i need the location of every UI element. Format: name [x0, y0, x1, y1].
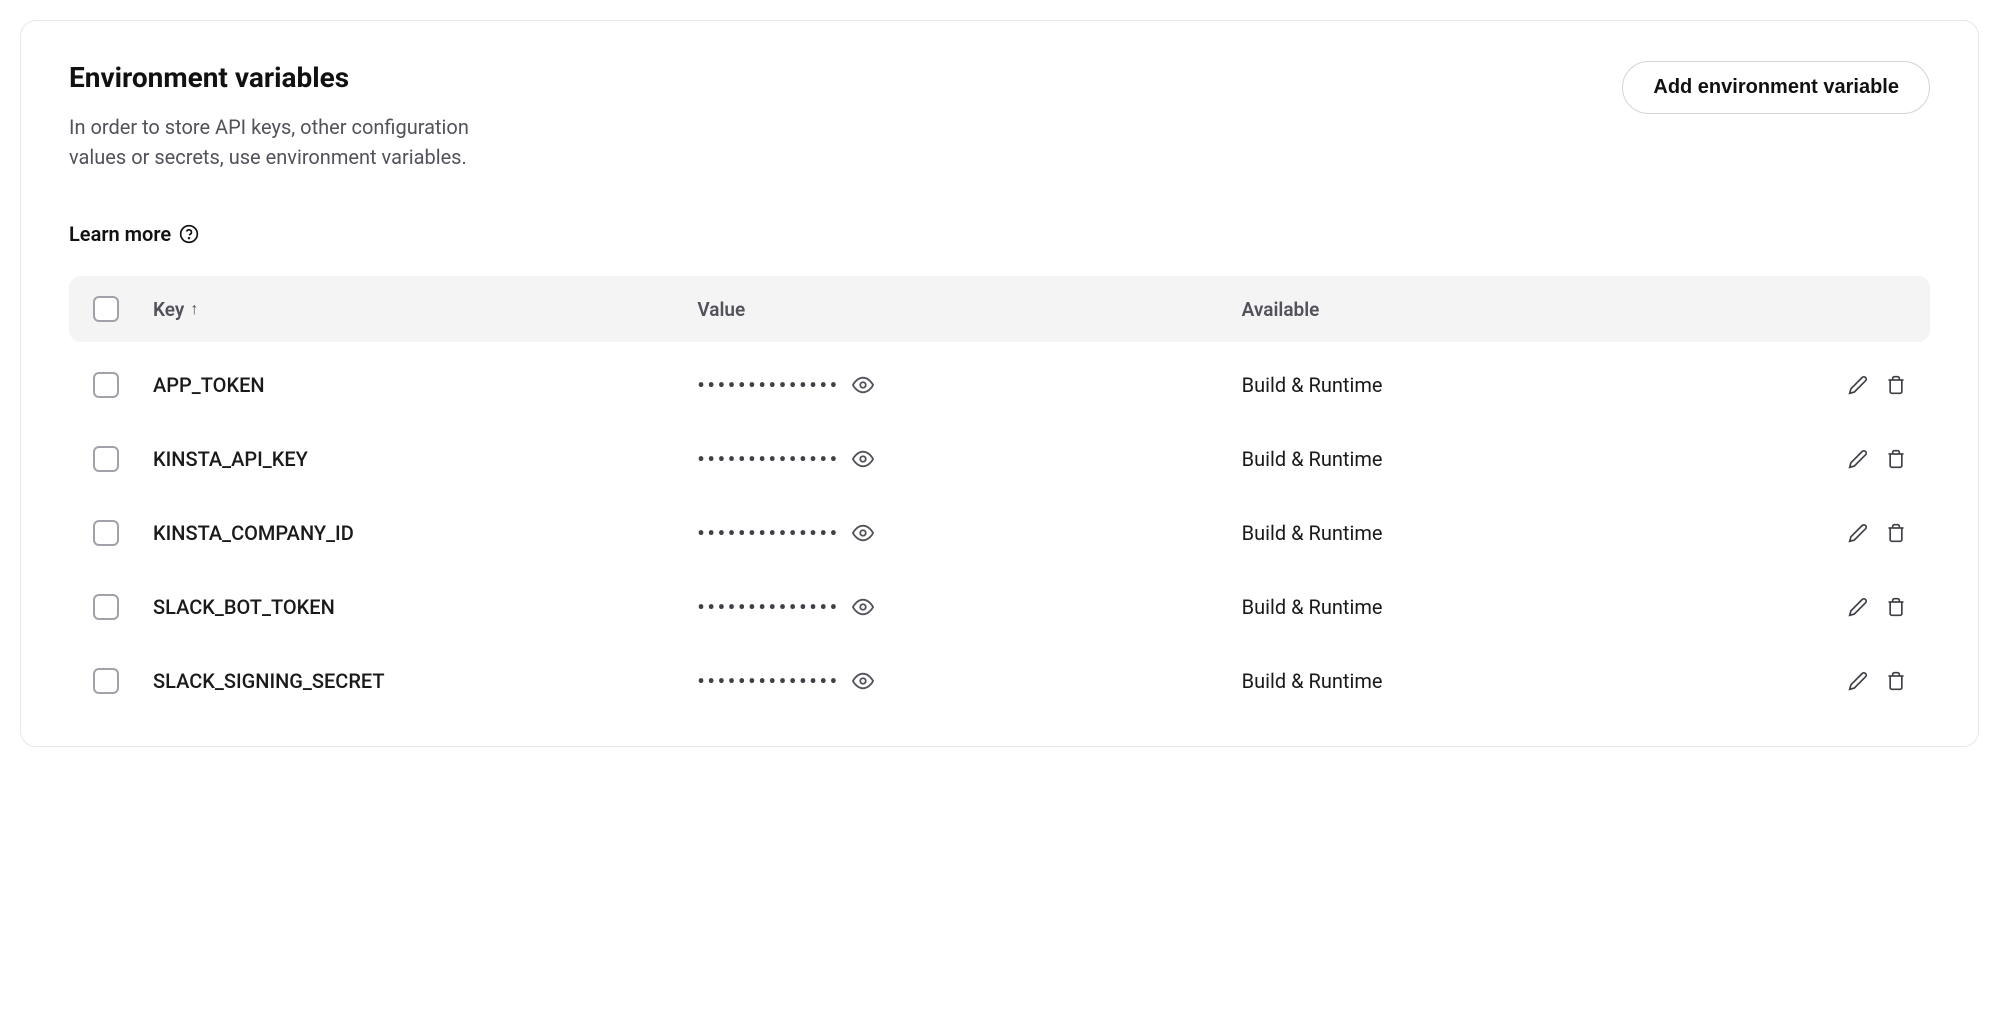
- env-key: KINSTA_API_KEY: [153, 447, 697, 471]
- env-value-cell: ••••••••••••••: [697, 669, 1241, 693]
- env-variables-table: Key ↑ Value Available APP_TOKEN•••••••••…: [69, 276, 1930, 718]
- env-value-cell: ••••••••••••••: [697, 373, 1241, 397]
- env-value-cell: ••••••••••••••: [697, 595, 1241, 619]
- delete-button[interactable]: [1886, 375, 1906, 395]
- add-env-variable-button[interactable]: Add environment variable: [1622, 61, 1930, 114]
- delete-button[interactable]: [1886, 449, 1906, 469]
- env-value-cell: ••••••••••••••: [697, 521, 1241, 545]
- header-text: Environment variables In order to store …: [69, 61, 509, 172]
- env-available: Build & Runtime: [1242, 669, 1786, 693]
- env-value-cell: ••••••••••••••: [697, 447, 1241, 471]
- env-value-masked: ••••••••••••••: [697, 595, 840, 619]
- env-value-masked: ••••••••••••••: [697, 447, 840, 471]
- table-row: APP_TOKEN•••••••••••••• Build & Runtime: [69, 348, 1930, 422]
- table-row: KINSTA_API_KEY•••••••••••••• Build & Runt…: [69, 422, 1930, 496]
- edit-button[interactable]: [1848, 597, 1868, 617]
- env-available: Build & Runtime: [1242, 595, 1786, 619]
- edit-button[interactable]: [1848, 523, 1868, 543]
- row-actions: [1786, 375, 1906, 395]
- env-value-masked: ••••••••••••••: [697, 669, 840, 693]
- edit-button[interactable]: [1848, 375, 1868, 395]
- env-value-masked: ••••••••••••••: [697, 521, 840, 545]
- sort-asc-icon: ↑: [190, 299, 198, 319]
- column-key-label: Key: [153, 298, 184, 321]
- row-checkbox[interactable]: [93, 446, 119, 472]
- eye-icon[interactable]: [852, 596, 874, 618]
- table-body: APP_TOKEN••••••••••••••Build & RuntimeKI…: [69, 348, 1930, 718]
- delete-button[interactable]: [1886, 597, 1906, 617]
- row-actions: [1786, 449, 1906, 469]
- row-actions: [1786, 523, 1906, 543]
- learn-more-link[interactable]: Learn more: [69, 222, 199, 246]
- select-all-checkbox[interactable]: [93, 296, 119, 322]
- delete-button[interactable]: [1886, 671, 1906, 691]
- help-icon: [179, 224, 199, 244]
- row-checkbox[interactable]: [93, 372, 119, 398]
- eye-icon[interactable]: [852, 522, 874, 544]
- row-checkbox-cell: [93, 372, 153, 398]
- row-checkbox-cell: [93, 668, 153, 694]
- column-key[interactable]: Key ↑: [153, 298, 697, 321]
- table-row: SLACK_BOT_TOKEN•••••••••••••• Build & Run…: [69, 570, 1930, 644]
- eye-icon[interactable]: [852, 448, 874, 470]
- column-value[interactable]: Value: [697, 298, 1241, 321]
- env-available: Build & Runtime: [1242, 447, 1786, 471]
- select-all-cell: [93, 296, 153, 322]
- eye-icon[interactable]: [852, 670, 874, 692]
- env-available: Build & Runtime: [1242, 521, 1786, 545]
- env-key: KINSTA_COMPANY_ID: [153, 521, 697, 545]
- env-value-masked: ••••••••••••••: [697, 373, 840, 397]
- page-title: Environment variables: [69, 61, 509, 94]
- page-description: In order to store API keys, other config…: [69, 112, 509, 172]
- learn-more-label: Learn more: [69, 222, 171, 246]
- row-checkbox-cell: [93, 594, 153, 620]
- row-checkbox[interactable]: [93, 594, 119, 620]
- table-row: KINSTA_COMPANY_ID•••••••••••••• Build & R…: [69, 496, 1930, 570]
- env-available: Build & Runtime: [1242, 373, 1786, 397]
- row-checkbox[interactable]: [93, 668, 119, 694]
- column-available[interactable]: Available: [1242, 298, 1786, 321]
- delete-button[interactable]: [1886, 523, 1906, 543]
- row-checkbox-cell: [93, 446, 153, 472]
- row-actions: [1786, 671, 1906, 691]
- row-actions: [1786, 597, 1906, 617]
- eye-icon[interactable]: [852, 374, 874, 396]
- env-key: APP_TOKEN: [153, 373, 697, 397]
- row-checkbox[interactable]: [93, 520, 119, 546]
- row-checkbox-cell: [93, 520, 153, 546]
- env-variables-card: Environment variables In order to store …: [20, 20, 1979, 747]
- table-row: SLACK_SIGNING_SECRET•••••••••••••• Build …: [69, 644, 1930, 718]
- env-key: SLACK_SIGNING_SECRET: [153, 669, 697, 693]
- header-row: Environment variables In order to store …: [69, 61, 1930, 172]
- edit-button[interactable]: [1848, 449, 1868, 469]
- table-header: Key ↑ Value Available: [69, 276, 1930, 342]
- env-key: SLACK_BOT_TOKEN: [153, 595, 697, 619]
- edit-button[interactable]: [1848, 671, 1868, 691]
